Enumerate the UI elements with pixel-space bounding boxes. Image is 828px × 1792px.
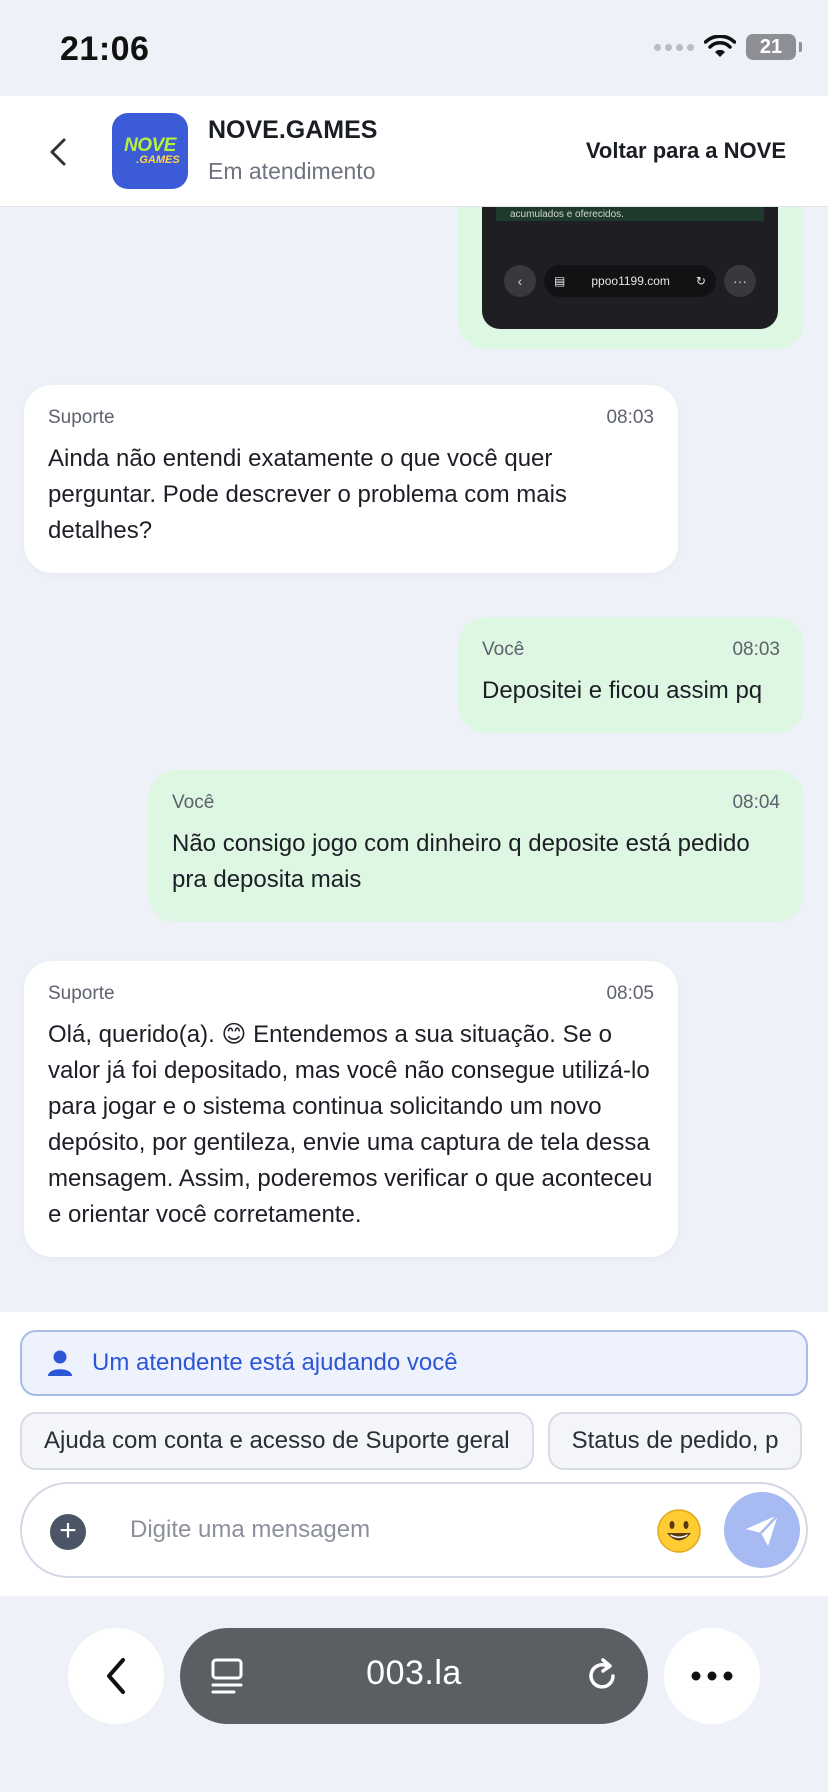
message-user: Você 08:03 Depositei e ficou assim pq [458,617,804,733]
quick-replies: Ajuda com conta e acesso de Suporte gera… [20,1412,828,1470]
screenshot-url: ppoo1199.com [591,274,670,288]
screenshot-browser-bar: ‹ ▤ ppoo1199.com ↻ ··· [504,265,756,297]
chevron-left-icon [107,1658,125,1694]
address-bar[interactable]: 003.la [180,1628,648,1724]
chat-title: NOVE.GAMES [208,116,378,144]
message-sender: Você [172,792,215,813]
agent-status-banner: Um atendente está ajudando você [20,1330,808,1396]
quick-reply-chip[interactable]: Status de pedido, p [547,1412,803,1470]
message-input[interactable] [130,1510,570,1550]
send-icon [746,1514,779,1546]
reload-icon[interactable] [584,1658,620,1694]
chat-status: Em atendimento [208,158,376,184]
screenshot-back-icon: ‹ [504,265,536,297]
message-text: Depositei e ficou assim pq [482,677,763,704]
message-time: 08:04 [732,792,780,813]
chat-header: NOVE .GAMES NOVE.GAMES Em atendimento Vo… [0,96,828,207]
back-chevron-icon[interactable] [40,132,80,172]
message-support: Suporte 08:03 Ainda não entendi exatament… [24,385,678,573]
add-attachment-icon[interactable]: + [50,1514,86,1550]
more-dots-icon [691,1671,733,1681]
cellular-signal-icon [654,43,694,51]
browser-back-button[interactable] [68,1628,164,1724]
logo-text-sub: .GAMES [136,154,180,166]
screenshot-caption: acumulados e oferecidos. [510,209,624,220]
wifi-icon [704,35,736,57]
message-text: Não consigo jogo com dinheiro q deposite… [172,830,750,893]
composer-panel: Um atendente está ajudando você Ajuda co… [0,1312,828,1596]
message-text: Ainda não entendi exatamente o que você … [48,445,567,544]
send-button[interactable] [724,1492,800,1568]
image-message-bubble[interactable]: acumulados e oferecidos. ‹ ▤ ppoo1199.co… [458,207,804,349]
status-icons: 21 [654,34,802,60]
screenshot-reload-icon: ↻ [695,274,706,288]
status-bar: 21:06 21 [0,0,828,96]
message-sender: Suporte [48,407,115,428]
screenshot-attachment[interactable]: acumulados e oferecidos. ‹ ▤ ppoo1199.co… [482,207,778,329]
screenshot-url-pill: ▤ ppoo1199.com ↻ [544,265,716,297]
screenshot-tabs-icon: ▤ [554,274,566,288]
message-sender: Suporte [48,983,115,1004]
message-time: 08:03 [606,407,654,428]
message-text: Olá, querido(a). 😊 Entendemos a sua situ… [48,1021,653,1228]
emoji-icon[interactable] [656,1508,702,1554]
chat-messages[interactable]: acumulados e oferecidos. ‹ ▤ ppoo1199.co… [0,207,828,1312]
browser-more-button[interactable] [664,1628,760,1724]
screenshot-more-icon: ··· [724,265,756,297]
brand-logo: NOVE .GAMES [112,113,188,189]
battery-icon: 21 [746,34,802,60]
status-time: 21:06 [60,30,150,68]
message-time: 08:03 [732,639,780,660]
back-to-site-link[interactable]: Voltar para a NOVE [586,138,786,164]
url-text: 003.la [366,1654,462,1692]
message-time: 08:05 [606,983,654,1004]
message-composer: + [20,1482,808,1578]
message-support: Suporte 08:05 Olá, querido(a). 😊 Entendem… [24,961,678,1257]
message-sender: Você [482,639,525,660]
agent-status-text: Um atendente está ajudando você [92,1349,458,1376]
person-icon [48,1350,72,1376]
logo-text-main: NOVE [124,135,176,156]
message-user: Você 08:04 Não consigo jogo com dinheiro … [148,770,804,922]
browser-toolbar: 003.la [0,1596,828,1792]
battery-level: 21 [759,35,783,58]
quick-reply-chip[interactable]: Ajuda com conta e acesso de Suporte gera… [20,1412,534,1470]
